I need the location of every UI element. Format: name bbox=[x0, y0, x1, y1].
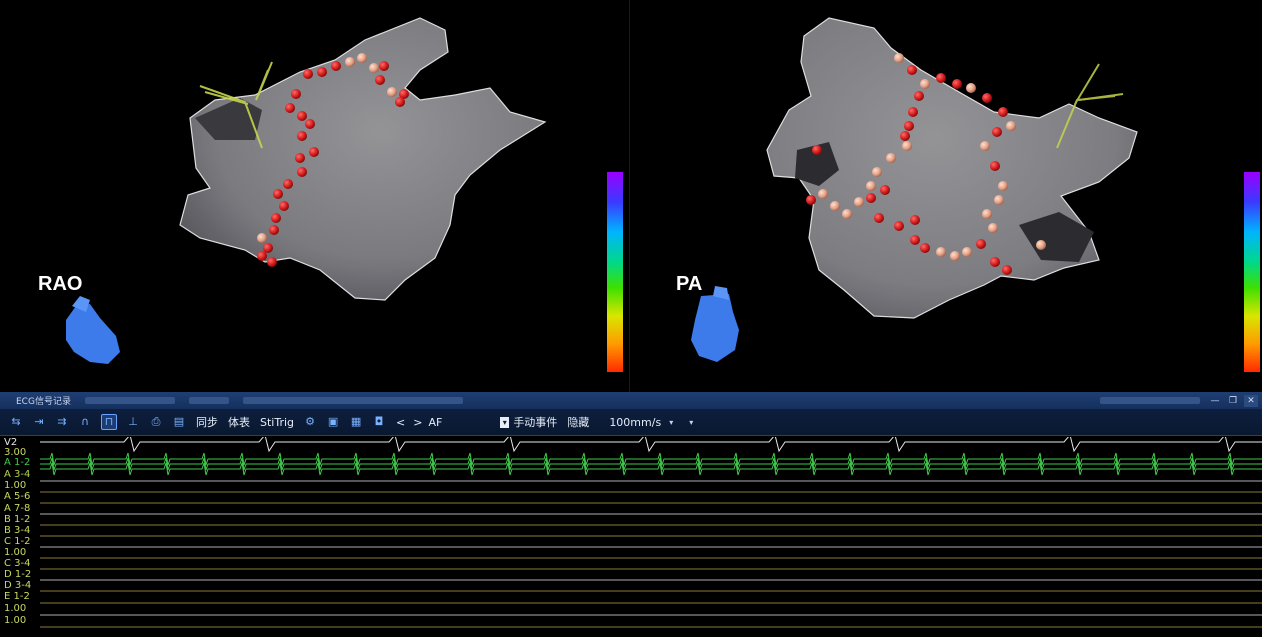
surface-trace bbox=[40, 437, 1262, 453]
ecg-window-title: ECG信号记录 bbox=[16, 397, 71, 407]
minimize-button[interactable]: — bbox=[1208, 395, 1222, 407]
ecg-window: ECG信号记录 — ❐ ✕ ⇆ ⇥ ⇉ ∩ ⊓ ⊥ ⎙ ▤ 同步 体表 StiT… bbox=[0, 392, 1262, 637]
rao-3d-view[interactable] bbox=[0, 0, 629, 392]
ruler-icon[interactable]: ⊥ bbox=[126, 415, 140, 429]
color-scale-left bbox=[607, 172, 623, 372]
next-button[interactable]: > bbox=[413, 416, 422, 429]
ecg-titlebar: ECG信号记录 — ❐ ✕ bbox=[0, 392, 1262, 409]
extra-dropdown-icon[interactable]: ▾ bbox=[689, 418, 693, 427]
print-icon[interactable]: ⎙ bbox=[149, 415, 163, 429]
titlebar-field bbox=[1100, 397, 1200, 404]
trace-lines bbox=[40, 437, 1262, 628]
split-icon[interactable]: ∩ bbox=[78, 415, 92, 429]
channel-label: A 1-2 bbox=[4, 457, 31, 468]
align-right-icon[interactable]: ⇉ bbox=[55, 415, 69, 429]
event-dropdown[interactable]: ▾ bbox=[500, 416, 510, 428]
intracardiac-trace bbox=[40, 462, 1262, 476]
titlebar-field bbox=[242, 397, 463, 404]
speed-select[interactable]: 100mm/s bbox=[609, 416, 661, 429]
calc-icon[interactable]: ▤ bbox=[172, 415, 186, 429]
save-icon[interactable]: ◘ bbox=[372, 415, 386, 429]
pa-3d-view[interactable] bbox=[629, 0, 1262, 392]
rao-view-label: RAO bbox=[38, 273, 83, 295]
af-label: AF bbox=[428, 415, 443, 429]
settings-icon[interactable]: ⚙ bbox=[303, 415, 317, 429]
layout-icon[interactable]: ⊓ bbox=[101, 414, 117, 430]
speed-dropdown-icon[interactable]: ▾ bbox=[669, 418, 673, 427]
channel-label: A 5-6 bbox=[4, 491, 31, 502]
align-center-icon[interactable]: ⇥ bbox=[32, 415, 46, 429]
sync-button[interactable]: 同步 bbox=[196, 414, 218, 430]
channel-label: E 1-2 bbox=[4, 591, 30, 602]
heart-orientation-icon bbox=[66, 296, 120, 364]
surface-button[interactable]: 体表 bbox=[228, 414, 250, 430]
titlebar-field bbox=[84, 397, 175, 404]
stitrig-button[interactable]: StiTrig bbox=[260, 416, 294, 429]
grid-icon[interactable]: ▦ bbox=[349, 415, 363, 429]
maximize-button[interactable]: ❐ bbox=[1226, 395, 1240, 407]
heart-orientation-icon-pa bbox=[691, 286, 739, 362]
hide-button[interactable]: 隐藏 bbox=[567, 414, 589, 430]
channel-label: 1.00 bbox=[4, 615, 27, 626]
prev-button[interactable]: < bbox=[396, 416, 405, 429]
ecg-traces bbox=[40, 437, 1262, 628]
channel-labels: V2 3.00 A 1-2 A 3-4 1.00 A 5-6 A 7-8 B 1… bbox=[4, 437, 38, 637]
close-button[interactable]: ✕ bbox=[1244, 394, 1258, 407]
manual-event-button[interactable]: 手动事件 bbox=[513, 414, 557, 430]
map-area: RAO PA bbox=[0, 0, 1262, 392]
channel-label: 1.00 bbox=[4, 603, 27, 614]
ecg-toolbar: ⇆ ⇥ ⇉ ∩ ⊓ ⊥ ⎙ ▤ 同步 体表 StiTrig ⚙ ▣ ▦ ◘ < … bbox=[0, 409, 1262, 436]
page-icon[interactable]: ▣ bbox=[326, 415, 340, 429]
titlebar-field bbox=[188, 397, 229, 404]
color-scale-right bbox=[1244, 172, 1260, 372]
pa-view-label: PA bbox=[676, 273, 703, 295]
align-left-icon[interactable]: ⇆ bbox=[9, 415, 23, 429]
